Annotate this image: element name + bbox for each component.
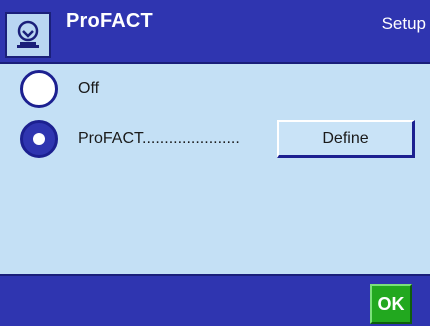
mode-label: Setup (381, 14, 426, 33)
option-profact-label[interactable]: ProFACT...................... (78, 130, 240, 148)
header-divider (0, 62, 430, 64)
footer-bar: OK (0, 274, 430, 326)
profact-setup-screen: ProFACT Setup Off ProFACT...............… (0, 0, 430, 326)
app-icon-button[interactable] (5, 12, 51, 58)
radio-selected-dot (33, 133, 45, 145)
balance-weight-icon (17, 20, 39, 48)
ok-button[interactable]: OK (370, 284, 412, 324)
radio-off[interactable] (20, 70, 58, 108)
define-button[interactable]: Define (277, 120, 415, 158)
header-bar: ProFACT Setup (0, 0, 430, 62)
option-off-label[interactable]: Off (78, 80, 99, 98)
radio-profact[interactable] (20, 120, 58, 158)
page-title: ProFACT (66, 10, 153, 32)
